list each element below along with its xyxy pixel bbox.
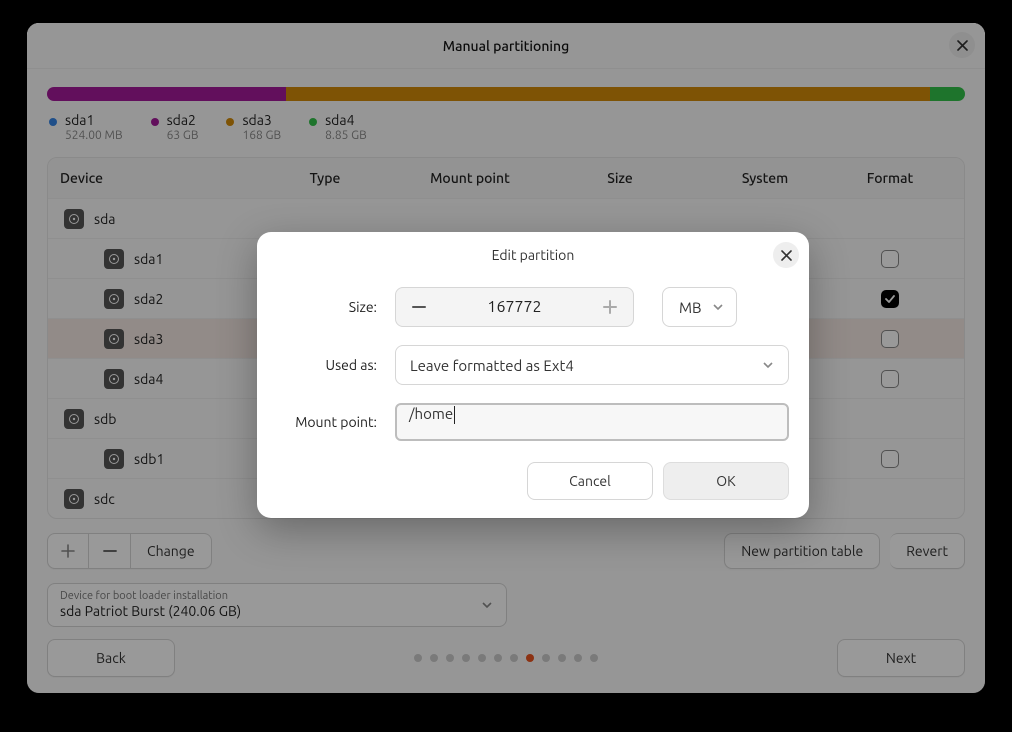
size-field: Size: 167772 MB	[257, 278, 809, 336]
mount-point-field: Mount point: /home	[257, 394, 809, 450]
close-icon	[781, 250, 792, 261]
chevron-down-icon	[762, 359, 774, 371]
ok-button[interactable]: OK	[663, 462, 789, 500]
dialog-title: Edit partition	[492, 247, 575, 263]
size-stepper: 167772	[395, 287, 634, 327]
text-caret	[454, 406, 455, 424]
minus-icon	[411, 299, 427, 315]
dialog-actions: Cancel OK	[257, 450, 809, 500]
used-as-select[interactable]: Leave formatted as Ext4	[395, 345, 789, 385]
main-window: Manual partitioning sda1524.00 MBsda263 …	[27, 23, 985, 693]
used-as-field: Used as: Leave formatted as Ext4	[257, 336, 809, 394]
chevron-down-icon	[712, 301, 724, 313]
cancel-button[interactable]: Cancel	[527, 462, 653, 500]
used-as-value: Leave formatted as Ext4	[410, 357, 574, 374]
cancel-button-label: Cancel	[569, 473, 611, 489]
size-label: Size:	[277, 299, 377, 315]
size-increment-button[interactable]	[587, 288, 633, 326]
mount-point-input[interactable]: /home	[395, 403, 789, 441]
plus-icon	[602, 299, 618, 315]
size-value[interactable]: 167772	[442, 288, 587, 326]
mount-point-label: Mount point:	[277, 414, 377, 430]
mount-point-value: /home	[409, 405, 453, 422]
dialog-titlebar: Edit partition	[257, 232, 809, 278]
size-unit-value: MB	[679, 299, 702, 316]
used-as-label: Used as:	[277, 357, 377, 373]
size-decrement-button[interactable]	[396, 288, 442, 326]
size-unit-select[interactable]: MB	[662, 287, 737, 327]
dialog-close-button[interactable]	[773, 242, 799, 268]
edit-partition-dialog: Edit partition Size: 167772 MB U	[257, 232, 809, 518]
ok-button-label: OK	[716, 473, 735, 489]
